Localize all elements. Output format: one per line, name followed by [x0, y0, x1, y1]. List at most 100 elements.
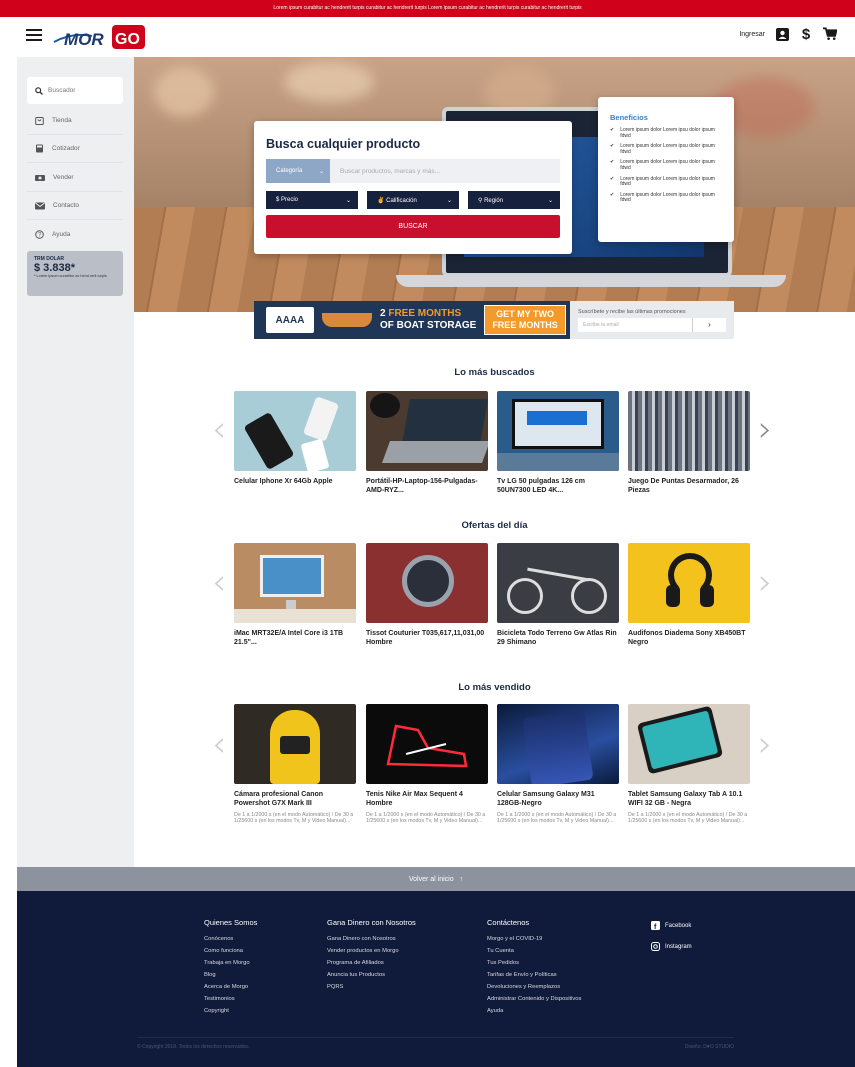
- search-placeholder: Buscar productos, marcas y más...: [340, 167, 441, 175]
- menu-icon[interactable]: [26, 29, 42, 42]
- facebook-link[interactable]: f Facebook: [651, 921, 692, 930]
- product-image: [234, 391, 356, 471]
- search-button[interactable]: BUSCAR: [266, 215, 560, 238]
- benefit-text: Lorem ipsum dolor Lorem ipsu dolor ipsum…: [620, 127, 715, 139]
- product-search-input[interactable]: Buscar productos, marcas y más...: [330, 159, 560, 183]
- product-name: Tissot Couturier T035,617,11,031,00 Homb…: [366, 630, 485, 646]
- footer-link[interactable]: Devoluciones y Reemplazos: [487, 981, 581, 993]
- sidebar-item-contacto[interactable]: Contacto: [27, 192, 123, 220]
- sidebar-item-cotizador[interactable]: Cotizador: [27, 135, 123, 163]
- footer-link[interactable]: Tu Cuenta: [487, 945, 581, 957]
- cash-icon: [35, 174, 45, 181]
- product-card[interactable]: Bicicleta Todo Terreno Gw Atlas Rin 29 S…: [497, 543, 619, 647]
- trm-dollar-card: TRM DOLAR $ 3.838* * Lorem ipsum curabit…: [27, 251, 123, 296]
- ad-line1: FREE MONTHS: [388, 308, 462, 319]
- product-image: [366, 543, 488, 623]
- instagram-link[interactable]: Instagram: [651, 942, 692, 951]
- carousel-prev-icon[interactable]: ‹: [212, 727, 226, 763]
- login-link[interactable]: Ingresar: [739, 31, 765, 38]
- carousel-prev-icon[interactable]: ‹: [212, 412, 226, 448]
- footer-col-contacto: Contáctenos Morgo y el COVID-19 Tu Cuent…: [487, 918, 581, 1017]
- shopping-bag-icon: [35, 117, 44, 125]
- carousel-next-icon[interactable]: ›: [758, 565, 772, 601]
- product-card[interactable]: Tissot Couturier T035,617,11,031,00 Homb…: [366, 543, 488, 647]
- morgo-logo[interactable]: MOR GO: [52, 24, 147, 50]
- product-image: [497, 391, 619, 471]
- product-name: Tv LG 50 pulgadas 126 cm 50UN7300 LED 4K…: [497, 478, 585, 494]
- price-filter[interactable]: $ Precio ⌄: [266, 191, 358, 209]
- product-card[interactable]: Tv LG 50 pulgadas 126 cm 50UN7300 LED 4K…: [497, 391, 619, 495]
- footer-link[interactable]: Anuncia tus Productos: [327, 969, 416, 981]
- section-title: Lo más vendido: [458, 682, 531, 693]
- product-card[interactable]: Cámara profesional Canon Powershot G7X M…: [234, 704, 356, 824]
- product-name: Tenis Nike Air Max Sequent 4 Hombre: [366, 791, 463, 807]
- footer-link[interactable]: Como funciona: [204, 945, 257, 957]
- sidebar-search[interactable]: Buscador: [27, 77, 123, 104]
- footer-link[interactable]: Copyright: [204, 1005, 257, 1017]
- category-select[interactable]: Categoría ⌄: [266, 159, 330, 183]
- product-name: iMac MRT32E/A Intel Core i3 1TB 21.5"...: [234, 630, 344, 646]
- product-card[interactable]: Juego De Puntas Desarmador, 26 Piezas: [628, 391, 750, 495]
- product-name: Audifonos Diadema Sony XB450BT Negro: [628, 630, 746, 646]
- svg-text:MOR: MOR: [64, 30, 104, 49]
- footer-link[interactable]: Programa de Afiliados: [327, 957, 416, 969]
- footer-link[interactable]: Trabaja en Morgo: [204, 957, 257, 969]
- product-card[interactable]: Celular Iphone Xr 64Gb Apple: [234, 391, 356, 487]
- product-description: De 1 a 1/2000 s (en el modo Automático) …: [366, 812, 486, 825]
- site-header: MOR GO Ingresar $: [0, 17, 855, 57]
- chevron-down-icon: ⌄: [345, 197, 351, 204]
- sidebar-item-ayuda[interactable]: ? Ayuda: [27, 220, 123, 248]
- product-card[interactable]: iMac MRT32E/A Intel Core i3 1TB 21.5"...: [234, 543, 356, 647]
- section-title: Lo más buscados: [454, 367, 535, 378]
- sidebar-item-label: Vender: [53, 174, 74, 181]
- carousel-next-icon[interactable]: ›: [758, 727, 772, 763]
- product-card[interactable]: Audifonos Diadema Sony XB450BT Negro: [628, 543, 750, 647]
- product-card[interactable]: Portátil-HP-Laptop-156-Pulgadas-AMD-RYZ.…: [366, 391, 488, 495]
- product-card[interactable]: Celular Samsung Galaxy M31 128GB-Negro D…: [497, 704, 619, 824]
- back-to-top-label: Volver al inicio: [408, 875, 454, 883]
- footer-link[interactable]: Morgo y el COVID-19: [487, 933, 581, 945]
- trm-note: * Lorem ipsum curabitur ac hend rerit tu…: [34, 274, 107, 278]
- product-name: Celular Samsung Galaxy M31 128GB-Negro: [497, 791, 595, 807]
- ad-cta-button[interactable]: GET MY TWO FREE MONTHS: [484, 305, 566, 335]
- footer-link[interactable]: Testimonios: [204, 993, 257, 1005]
- search-card-title: Busca cualquier producto: [266, 137, 421, 151]
- footer-link[interactable]: Tus Pedidos: [487, 957, 581, 969]
- sidebar-item-tienda[interactable]: Tienda: [27, 107, 123, 135]
- footer-link[interactable]: Tarifas de Envío y Políticas: [487, 969, 581, 981]
- account-icon[interactable]: [775, 27, 789, 41]
- product-card[interactable]: Tenis Nike Air Max Sequent 4 Hombre De 1…: [366, 704, 488, 824]
- carousel-next-icon[interactable]: ›: [758, 412, 772, 448]
- footer-link[interactable]: Conócenos: [204, 933, 257, 945]
- sidebar-item-vender[interactable]: Vender: [27, 164, 123, 192]
- product-image: [497, 543, 619, 623]
- footer-link[interactable]: Blog: [204, 969, 257, 981]
- footer-link[interactable]: Vender productos en Morgo: [327, 945, 416, 957]
- footer-link[interactable]: Gana Dinero con Nosotros: [327, 933, 416, 945]
- footer-link[interactable]: Acerca de Morgo: [204, 981, 257, 993]
- promo-topbar: Lorem ipsum curabitur ac hendrerit turpi…: [0, 0, 855, 17]
- chevron-down-icon: ⌄: [318, 168, 324, 175]
- back-to-top-button[interactable]: Volver al inicio ↑: [17, 867, 855, 891]
- cart-icon[interactable]: [823, 27, 837, 41]
- sidebar-item-label: Contacto: [53, 202, 80, 209]
- subscribe-arrow-button[interactable]: ›: [692, 317, 726, 332]
- check-icon: ✔: [610, 159, 615, 166]
- footer-col-title: Contáctenos: [487, 918, 530, 927]
- email-input[interactable]: Escribe tu email: [578, 318, 692, 332]
- dollar-icon[interactable]: $: [799, 26, 813, 43]
- footer-link[interactable]: Administrar Contenido y Dispositivos: [487, 993, 581, 1005]
- sidebar-item-label: Tienda: [52, 117, 72, 124]
- region-filter[interactable]: ⚲ Región ⌄: [468, 191, 560, 209]
- benefit-item: ✔ Lorem ipsum dolor Lorem ipsu dolor ipsu…: [610, 143, 722, 155]
- footer-link[interactable]: PQRS: [327, 981, 416, 993]
- instagram-icon: [651, 942, 660, 951]
- thumbs-icon: ✌: [377, 197, 387, 204]
- carousel-prev-icon[interactable]: ‹: [212, 565, 226, 601]
- ad-line2: OF BOAT STORAGE: [380, 320, 477, 331]
- site-footer: Quienes Somos Conócenos Como funciona Tr…: [17, 891, 855, 1067]
- rating-filter[interactable]: ✌ Calificación ⌄: [367, 191, 459, 209]
- product-card[interactable]: Tablet Samsung Galaxy Tab A 10.1 WIFI 32…: [628, 704, 750, 824]
- footer-link[interactable]: Ayuda: [487, 1005, 581, 1017]
- boat-storage-ad[interactable]: AAAA 2 FREE MONTHS OF BOAT STORAGE GET MY…: [254, 301, 570, 339]
